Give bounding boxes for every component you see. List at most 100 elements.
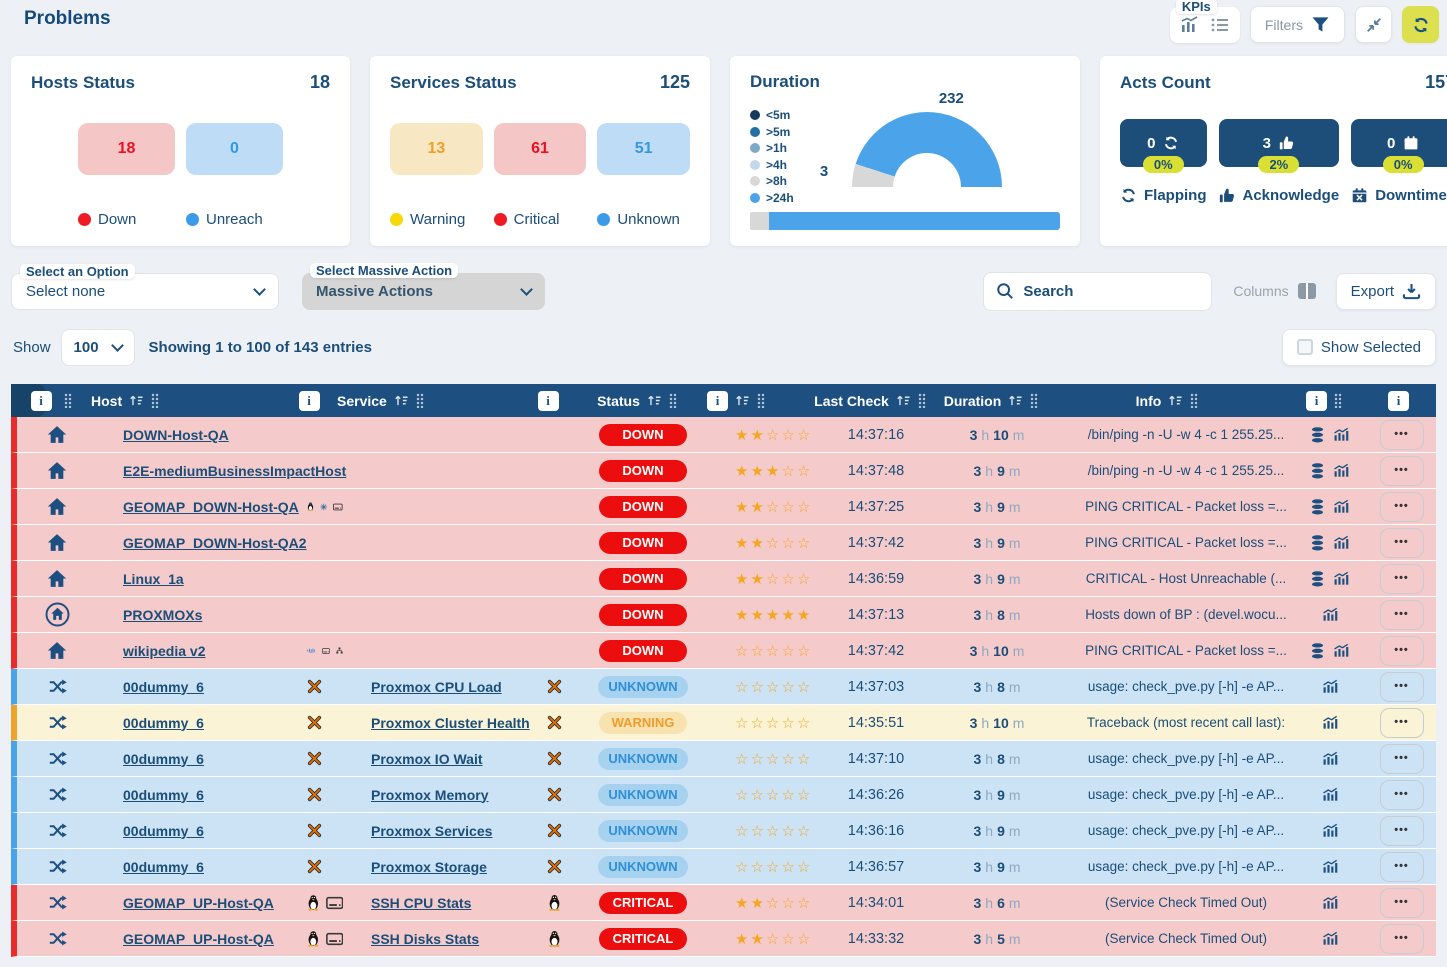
metric-icons[interactable] — [1293, 643, 1367, 659]
host-link[interactable]: GEOMAP_UP-Host-QA — [123, 931, 274, 947]
drag-handle-icon[interactable] — [757, 393, 765, 408]
host-link[interactable]: 00dummy_6 — [123, 823, 204, 839]
row-actions-button[interactable]: ••• — [1380, 708, 1424, 738]
host-link[interactable]: E2E-mediumBusinessImpactHost — [123, 463, 346, 479]
drag-handle-icon[interactable] — [64, 393, 72, 408]
drag-handle-icon[interactable] — [1030, 393, 1038, 408]
host-link[interactable]: GEOMAP_DOWN-Host-QA2 — [123, 535, 307, 551]
metric-icons[interactable] — [1293, 499, 1367, 515]
sort-icon[interactable] — [1008, 394, 1023, 407]
export-button[interactable]: Export — [1336, 273, 1436, 310]
host-link[interactable]: 00dummy_6 — [123, 787, 204, 803]
search-input[interactable] — [1023, 283, 1199, 300]
column-metrics[interactable]: i — [1287, 391, 1361, 411]
services-unknown-box[interactable]: 51 — [597, 123, 690, 175]
sort-icon[interactable] — [394, 394, 409, 407]
page-size-select[interactable]: 100 — [61, 329, 135, 366]
sort-icon[interactable] — [1168, 394, 1183, 407]
info-badge-icon[interactable]: i — [31, 391, 52, 411]
row-actions-button[interactable]: ••• — [1380, 636, 1424, 666]
column-info[interactable]: Info — [1047, 393, 1287, 409]
service-link[interactable]: Proxmox Storage — [371, 859, 487, 875]
metric-icons[interactable] — [1293, 787, 1367, 802]
service-link[interactable]: Proxmox IO Wait — [371, 751, 483, 767]
host-link[interactable]: GEOMAP_UP-Host-QA — [123, 895, 274, 911]
filters-button[interactable]: Filters — [1250, 6, 1345, 43]
host-link[interactable]: 00dummy_6 — [123, 715, 204, 731]
row-actions-button[interactable]: ••• — [1380, 780, 1424, 810]
kpi-list-icon[interactable] — [1210, 16, 1230, 34]
metric-icons[interactable] — [1293, 535, 1367, 551]
drag-handle-icon[interactable] — [151, 393, 159, 408]
host-link[interactable]: GEOMAP_DOWN-Host-QA — [123, 499, 299, 515]
row-actions-button[interactable]: ••• — [1380, 492, 1424, 522]
metric-icons[interactable] — [1293, 679, 1367, 694]
metric-icons[interactable] — [1293, 427, 1367, 443]
host-link[interactable]: DOWN-Host-QA — [123, 427, 229, 443]
row-actions-button[interactable]: ••• — [1380, 744, 1424, 774]
service-link[interactable]: SSH CPU Stats — [371, 895, 471, 911]
massive-action-select[interactable]: Select Massive Action Massive Actions — [302, 273, 545, 310]
info-badge-icon[interactable]: i — [1388, 391, 1409, 411]
row-actions-button[interactable]: ••• — [1380, 852, 1424, 882]
drag-handle-icon[interactable] — [1334, 393, 1342, 408]
services-warning-box[interactable]: 13 — [390, 123, 483, 175]
kpi-chart-icon[interactable] — [1180, 16, 1200, 34]
row-actions-button[interactable]: ••• — [1380, 888, 1424, 918]
sort-icon[interactable] — [735, 394, 750, 407]
drag-handle-icon[interactable] — [918, 393, 926, 408]
metric-icons[interactable] — [1293, 463, 1367, 479]
column-last-check[interactable]: Last Check — [805, 393, 935, 409]
metric-icons[interactable] — [1293, 751, 1367, 766]
host-link[interactable]: Linux_1a — [123, 571, 184, 587]
row-actions-button[interactable]: ••• — [1380, 600, 1424, 630]
row-actions-button[interactable]: ••• — [1380, 924, 1424, 954]
sort-icon[interactable] — [896, 394, 911, 407]
collapse-button[interactable] — [1355, 6, 1392, 43]
drag-handle-icon[interactable] — [416, 393, 424, 408]
metric-icons[interactable] — [1293, 931, 1367, 946]
row-actions-button[interactable]: ••• — [1380, 672, 1424, 702]
columns-control[interactable]: Columns — [1233, 282, 1316, 300]
drag-handle-icon[interactable] — [669, 393, 677, 408]
metric-icons[interactable] — [1293, 571, 1367, 587]
row-actions-button[interactable]: ••• — [1380, 528, 1424, 558]
sort-icon[interactable] — [647, 394, 662, 407]
row-actions-button[interactable]: ••• — [1380, 420, 1424, 450]
refresh-button[interactable] — [1402, 6, 1439, 43]
host-link[interactable]: 00dummy_6 — [123, 679, 204, 695]
service-link[interactable]: SSH Disks Stats — [371, 931, 479, 947]
info-badge-icon[interactable]: i — [299, 391, 320, 411]
metric-icons[interactable] — [1293, 607, 1367, 622]
host-link[interactable]: PROXMOXs — [123, 607, 202, 623]
column-service[interactable]: Service — [337, 393, 529, 409]
row-actions-button[interactable]: ••• — [1380, 456, 1424, 486]
service-link[interactable]: Proxmox Memory — [371, 787, 488, 803]
hosts-down-box[interactable]: 18 — [78, 123, 175, 175]
metric-icons[interactable] — [1293, 859, 1367, 874]
info-badge-icon[interactable]: i — [1306, 391, 1327, 411]
column-criticality[interactable]: i — [707, 391, 805, 411]
show-selected-checkbox[interactable] — [1297, 339, 1313, 355]
service-link[interactable]: Proxmox Cluster Health — [371, 715, 530, 731]
row-actions-button[interactable]: ••• — [1380, 564, 1424, 594]
column-duration[interactable]: Duration — [935, 393, 1047, 409]
option-select[interactable]: Select an Option Select none — [11, 273, 279, 310]
metric-icons[interactable] — [1293, 895, 1367, 910]
info-badge-icon[interactable]: i — [538, 391, 559, 411]
service-link[interactable]: Proxmox CPU Load — [371, 679, 502, 695]
row-actions-button[interactable]: ••• — [1380, 816, 1424, 846]
column-actions[interactable]: i — [1361, 391, 1436, 411]
metric-icons[interactable] — [1293, 715, 1367, 730]
column-host[interactable]: Host — [91, 393, 281, 409]
drag-handle-icon[interactable] — [1190, 393, 1198, 408]
services-critical-box[interactable]: 61 — [494, 123, 587, 175]
metric-icons[interactable] — [1293, 823, 1367, 838]
column-status[interactable]: Status — [567, 393, 707, 409]
host-link[interactable]: wikipedia v2 — [123, 643, 205, 659]
sort-icon[interactable] — [129, 394, 144, 407]
show-selected-button[interactable]: Show Selected — [1282, 329, 1436, 366]
host-link[interactable]: 00dummy_6 — [123, 859, 204, 875]
info-badge-icon[interactable]: i — [707, 391, 728, 411]
hosts-unreach-box[interactable]: 0 — [186, 123, 283, 175]
